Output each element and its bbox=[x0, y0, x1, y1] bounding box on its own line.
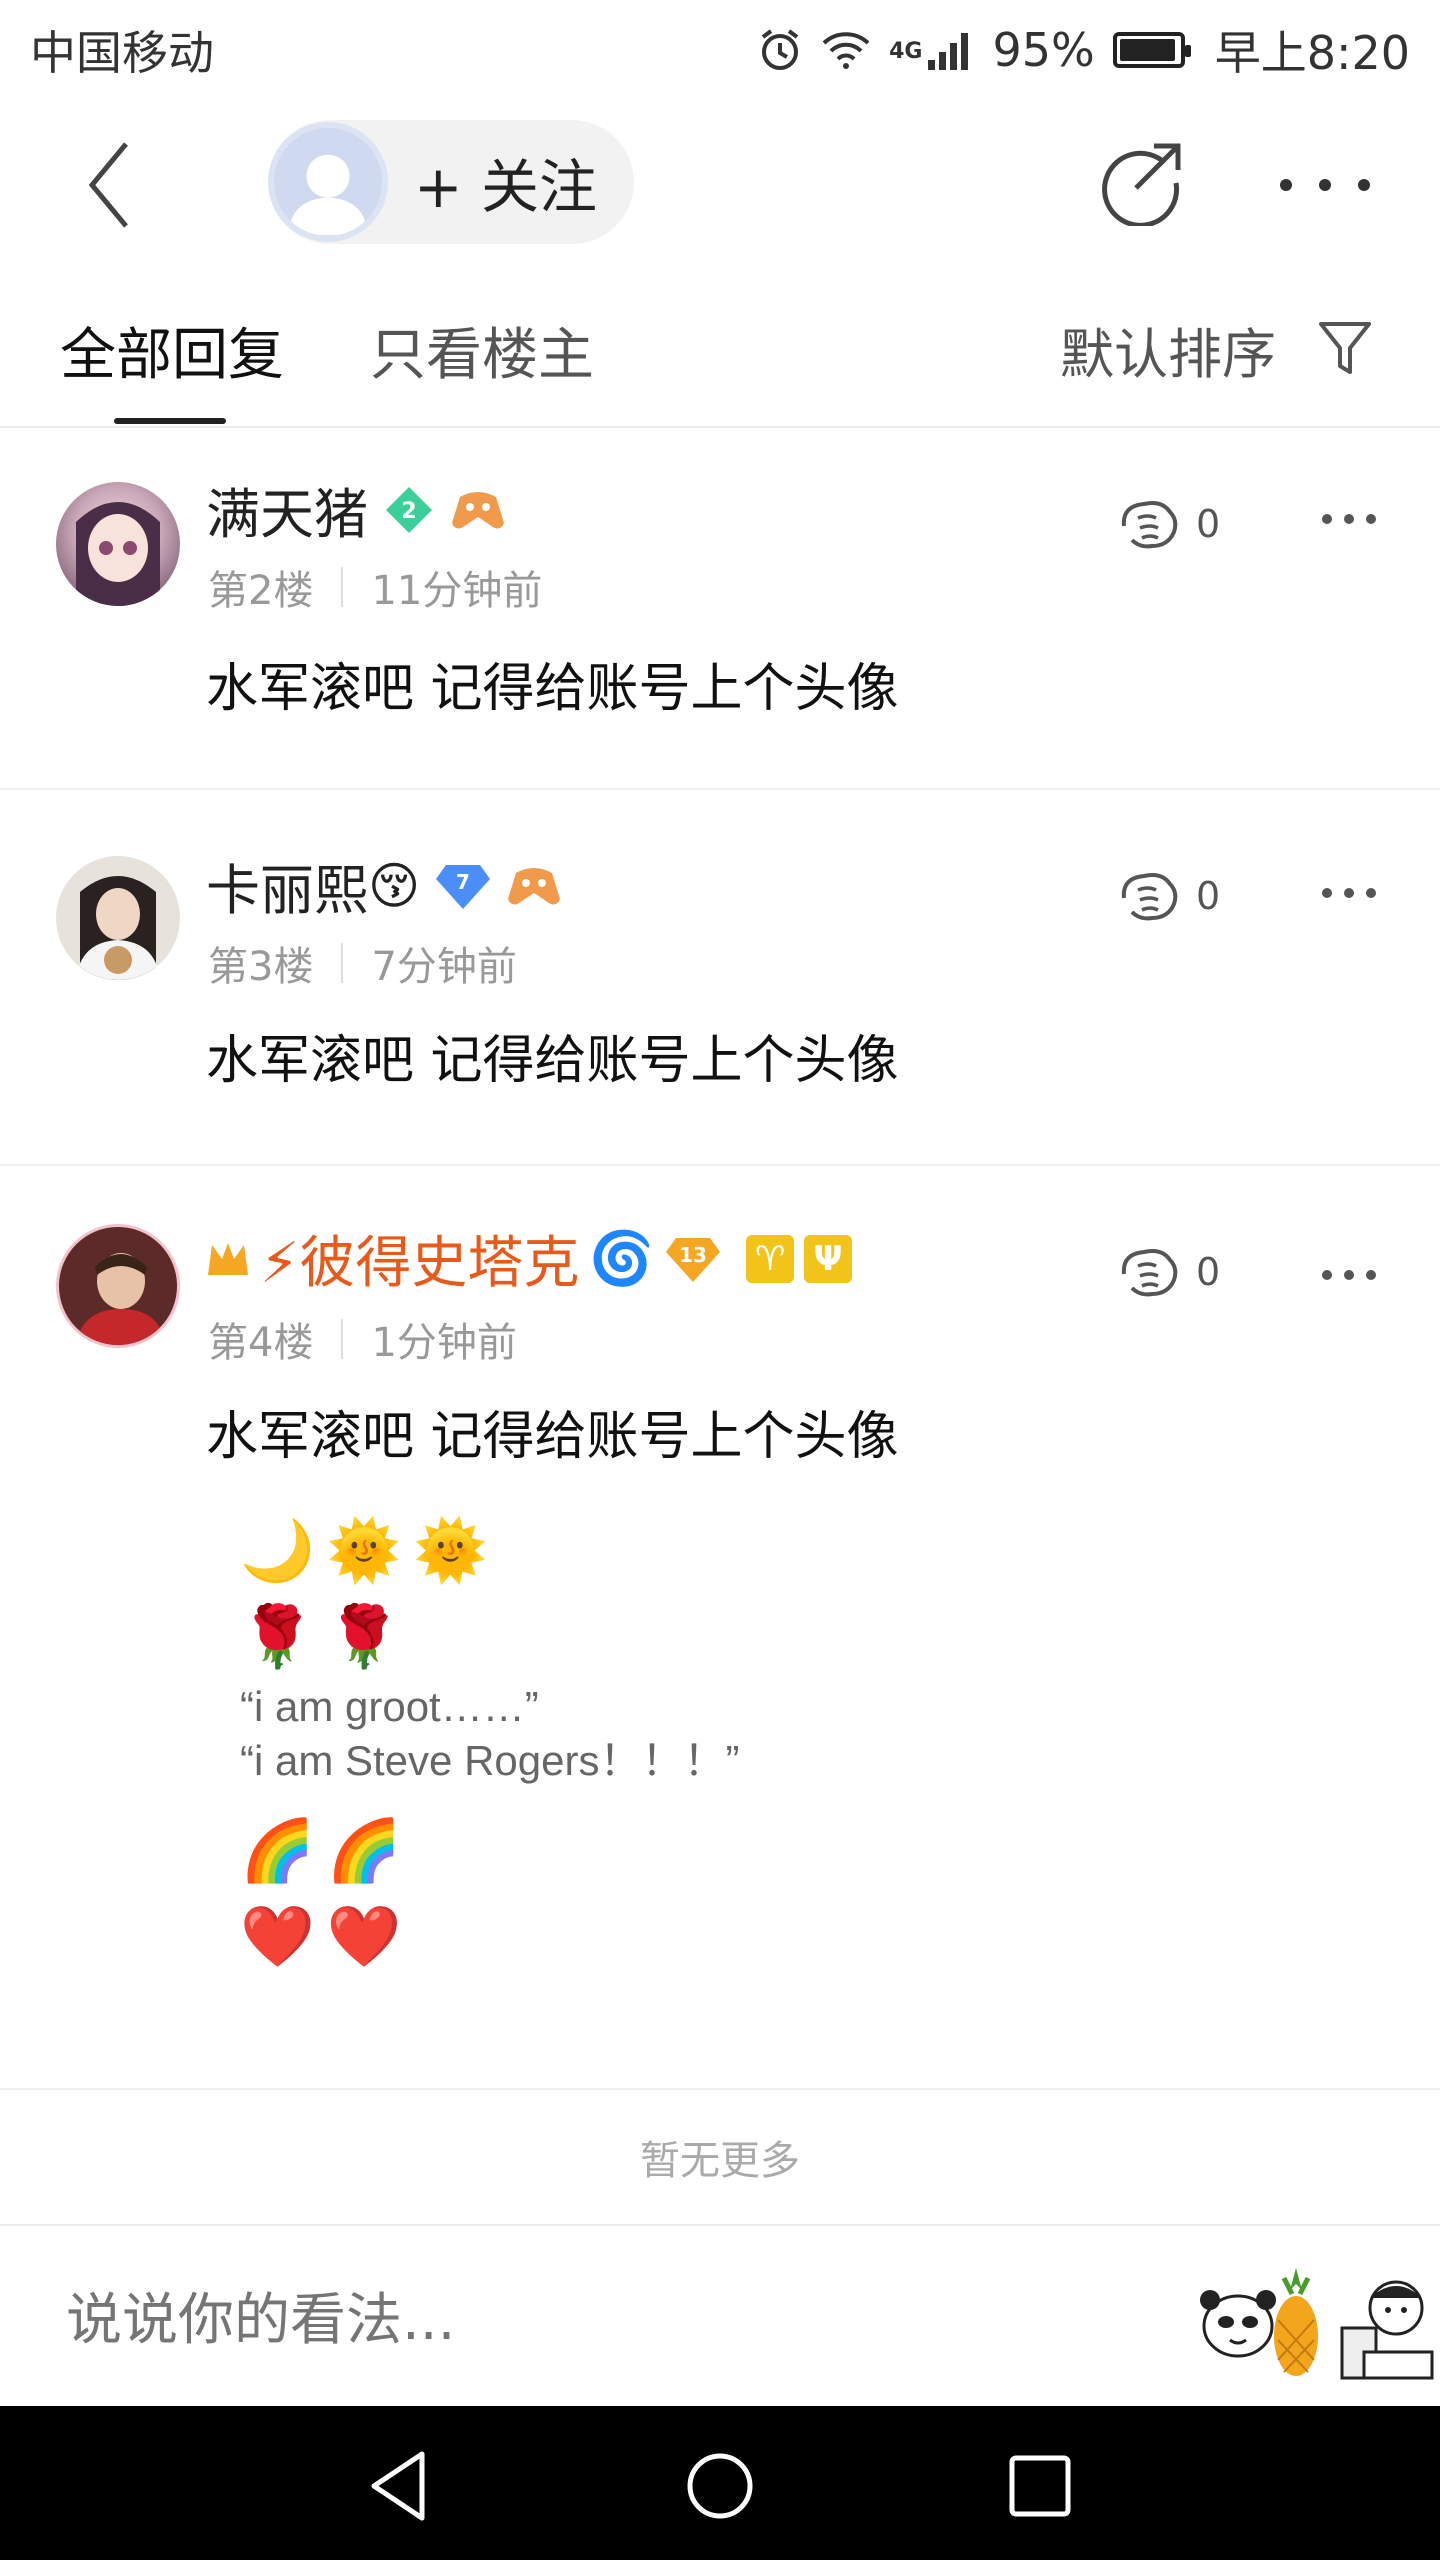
post-meta: 第2楼 11分钟前 bbox=[208, 558, 542, 616]
comment-more-icon[interactable] bbox=[1322, 888, 1376, 902]
wifi-icon bbox=[822, 32, 870, 69]
gamepad-icon bbox=[452, 491, 504, 529]
comment-body-extra: 🌙🌞🌞 🌹🌹 “i am groot……” “i am Steve Rogers… bbox=[240, 1508, 739, 1980]
username[interactable]: 卡丽熙 bbox=[206, 846, 368, 925]
emoji-line: ❤️❤️ bbox=[240, 1902, 414, 1972]
battery-percent: 95% bbox=[992, 23, 1095, 77]
post-time: 7分钟前 bbox=[371, 944, 517, 990]
comment-item: 满天猪 2 第2楼 11分钟前 水军滚吧 记得给账号上个头像 0 bbox=[0, 430, 1440, 790]
user-avatar[interactable] bbox=[56, 1224, 180, 1348]
post-time: 11分钟前 bbox=[371, 568, 543, 614]
floor-number: 第4楼 bbox=[208, 1320, 314, 1366]
floor-number: 第2楼 bbox=[208, 568, 314, 614]
like-button[interactable]: 0 bbox=[1118, 496, 1220, 552]
emoji-line: 🌹🌹 bbox=[240, 1602, 414, 1672]
reply-tabs: 全部回复 只看楼主 默认排序 bbox=[0, 300, 1440, 428]
post-meta: 第4楼 1分钟前 bbox=[208, 1310, 517, 1368]
username-row: 卡丽熙 😚 7 bbox=[206, 846, 562, 925]
tab-owner-only[interactable]: 只看楼主 bbox=[370, 310, 594, 391]
username-row: 满天猪 2 bbox=[206, 470, 506, 549]
user-avatar[interactable] bbox=[56, 856, 180, 980]
reply-input-bar bbox=[0, 2228, 1440, 2406]
post-time: 1分钟前 bbox=[371, 1320, 517, 1366]
reply-input[interactable] bbox=[66, 2280, 1066, 2360]
comment-more-icon[interactable] bbox=[1322, 1270, 1376, 1284]
status-icons: 4G 95% 早上8:20 bbox=[757, 17, 1410, 83]
status-bar: 中国移动 4G 95% 早上8:20 bbox=[0, 0, 1440, 100]
pineapple-icon[interactable] bbox=[1268, 2264, 1324, 2382]
like-count: 0 bbox=[1196, 1250, 1221, 1294]
network-type: 4G bbox=[889, 39, 923, 64]
like-count: 0 bbox=[1196, 502, 1221, 546]
comment-text: 水军滚吧 记得给账号上个头像 bbox=[206, 1407, 899, 1467]
author-avatar bbox=[268, 122, 388, 242]
comment-item: ⚡彼得史塔克 🌀 13 ♈ Ψ 第4楼 1分钟前 水军滚吧 记得给账号上个头像 … bbox=[0, 1168, 1440, 2090]
like-button[interactable]: 0 bbox=[1118, 1244, 1220, 1300]
share-icon[interactable] bbox=[1098, 140, 1184, 226]
level-number: 7 bbox=[456, 870, 470, 894]
username[interactable]: ⚡彼得史塔克 bbox=[260, 1218, 579, 1299]
like-icon bbox=[1121, 501, 1178, 549]
emoji-line: 🌈🌈 bbox=[240, 1816, 414, 1886]
sort-selector[interactable]: 默认排序 bbox=[1060, 310, 1276, 389]
level-gem-icon: 13 bbox=[666, 1237, 721, 1282]
swirl-emoji-icon: 🌀 bbox=[589, 1229, 655, 1289]
username-row: ⚡彼得史塔克 🌀 13 ♈ Ψ bbox=[206, 1218, 853, 1299]
default-avatar-icon bbox=[288, 154, 368, 236]
gamepad-icon bbox=[508, 867, 561, 905]
active-tab-indicator bbox=[114, 418, 226, 424]
comment-text: 水军滚吧 记得给账号上个头像 bbox=[206, 659, 899, 719]
signal-icon bbox=[928, 33, 969, 70]
clock: 早上8:20 bbox=[1214, 26, 1410, 80]
follow-button[interactable]: + 关注 bbox=[268, 120, 634, 244]
zodiac-psi-badge: Ψ bbox=[804, 1234, 853, 1283]
level-gem-icon: 7 bbox=[436, 864, 491, 909]
like-icon bbox=[1121, 873, 1178, 921]
carrier-name: 中国移动 bbox=[30, 26, 214, 80]
floor-number: 第3楼 bbox=[208, 944, 314, 990]
quote-line: “i am Steve Rogers！！！” bbox=[240, 1737, 740, 1784]
nav-home-icon[interactable] bbox=[680, 2446, 760, 2526]
quote-line: “i am groot……” bbox=[240, 1683, 539, 1730]
nav-recents-icon[interactable] bbox=[1000, 2446, 1080, 2526]
comment-text: 水军滚吧 记得给账号上个头像 bbox=[206, 1031, 899, 1091]
filter-icon[interactable] bbox=[1318, 320, 1372, 376]
nav-back-icon[interactable] bbox=[360, 2446, 440, 2526]
emoji-line: 🌙🌞🌞 bbox=[240, 1516, 501, 1586]
follow-label: + 关注 bbox=[414, 153, 598, 221]
zodiac-aries-badge: ♈ bbox=[746, 1234, 795, 1283]
user-avatar[interactable] bbox=[56, 482, 180, 606]
crown-icon bbox=[208, 1242, 248, 1275]
like-button[interactable]: 0 bbox=[1118, 868, 1220, 924]
username[interactable]: 满天猪 bbox=[206, 470, 368, 549]
like-count: 0 bbox=[1196, 874, 1221, 918]
battery-fill bbox=[1119, 39, 1175, 61]
end-of-list: 暂无更多 bbox=[0, 2090, 1440, 2226]
back-arrow-icon[interactable] bbox=[70, 140, 160, 230]
cartoon-sticker-icon[interactable] bbox=[1336, 2264, 1436, 2382]
post-meta: 第3楼 7分钟前 bbox=[208, 934, 517, 992]
like-icon bbox=[1121, 1249, 1178, 1297]
comment-more-icon[interactable] bbox=[1322, 514, 1376, 528]
comment-item: 卡丽熙 😚 7 第3楼 7分钟前 水军滚吧 记得给账号上个头像 0 bbox=[0, 792, 1440, 1166]
level-diamond-icon: 2 bbox=[386, 486, 432, 533]
system-nav-bar bbox=[0, 2406, 1440, 2560]
face-emoji-icon: 😚 bbox=[368, 856, 421, 915]
alarm-icon bbox=[761, 29, 799, 70]
battery-icon bbox=[1112, 32, 1191, 68]
level-number: 13 bbox=[679, 1243, 707, 1267]
more-options-icon[interactable] bbox=[1280, 160, 1370, 210]
top-bar: + 关注 bbox=[0, 100, 1440, 270]
tab-all-replies[interactable]: 全部回复 bbox=[60, 310, 284, 391]
level-number: 2 bbox=[401, 499, 416, 524]
